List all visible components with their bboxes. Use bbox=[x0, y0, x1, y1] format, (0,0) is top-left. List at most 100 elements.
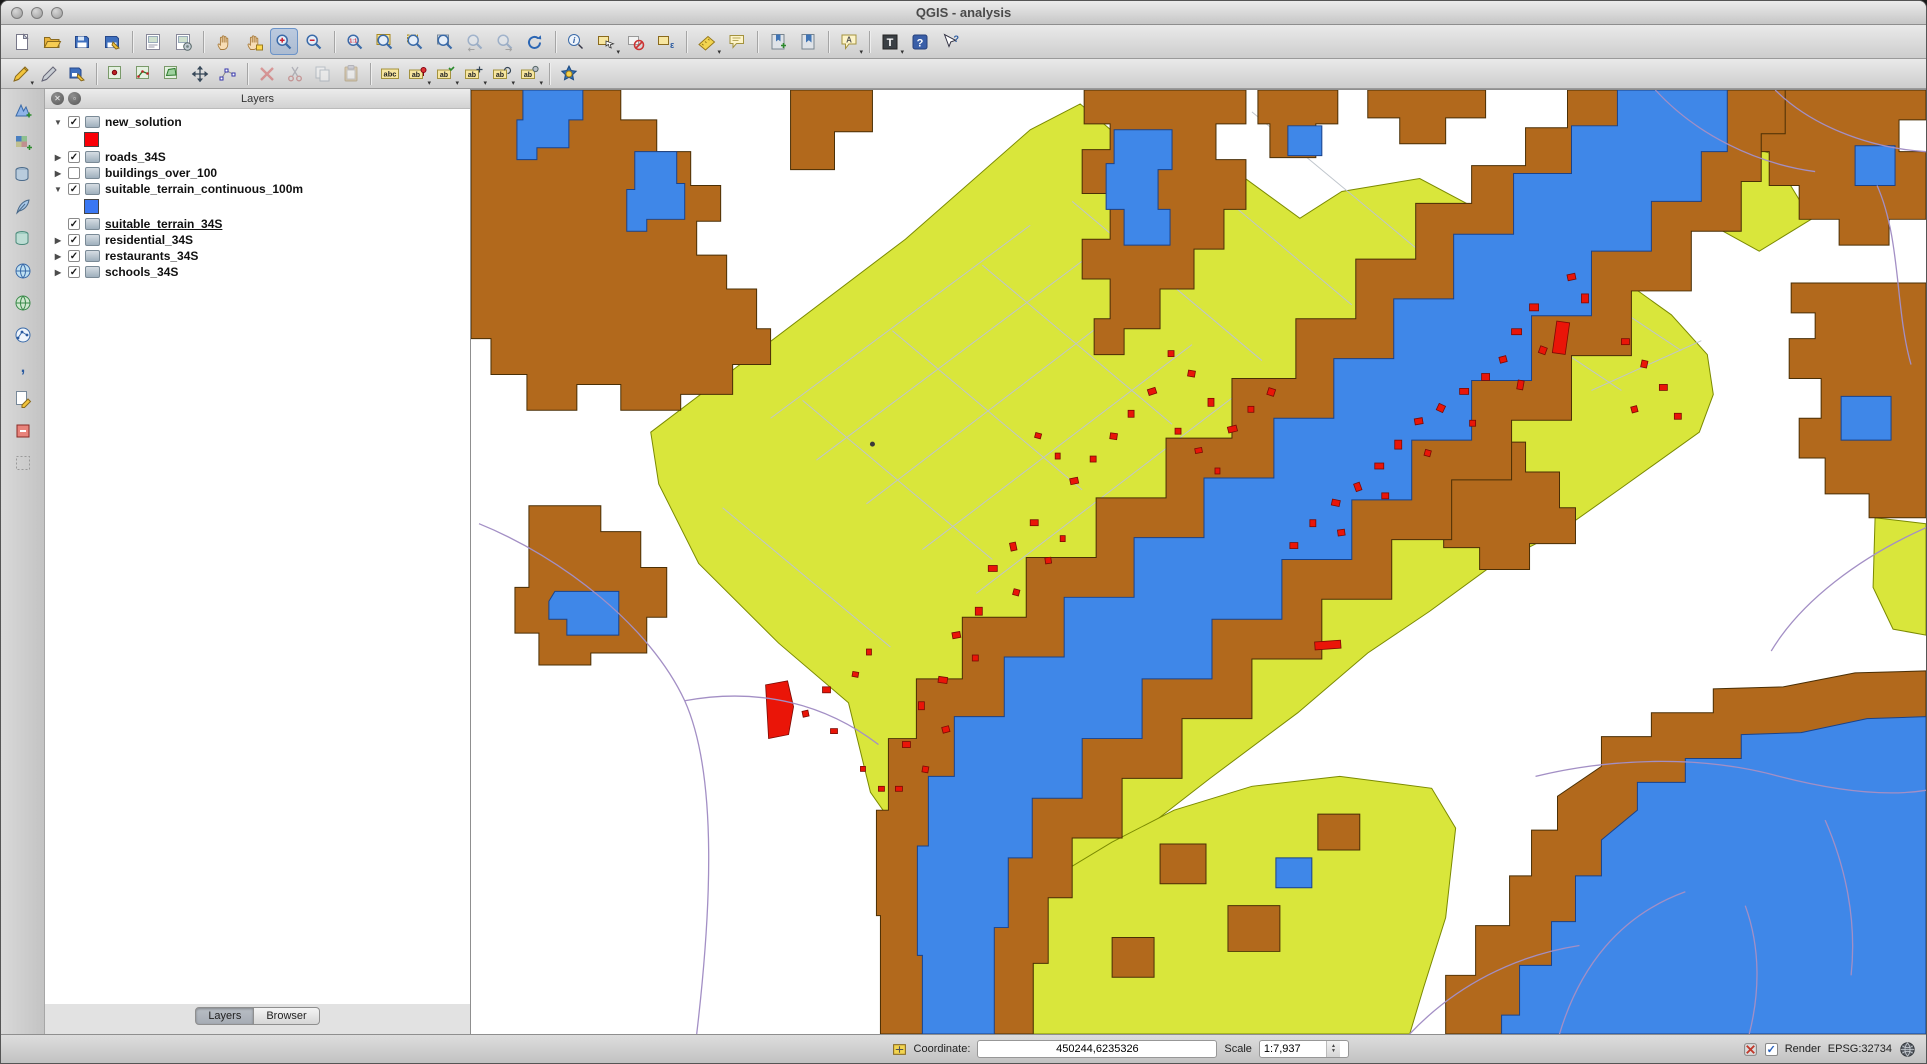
close-button[interactable] bbox=[11, 7, 23, 19]
render-checkbox[interactable]: ✓ bbox=[1765, 1043, 1778, 1056]
layer-checkbox[interactable]: ✓ bbox=[68, 234, 80, 246]
layer-checkbox[interactable]: ✓ bbox=[68, 250, 80, 262]
select-by-expression-button[interactable]: ε bbox=[652, 28, 680, 55]
layer-row-residential_34S[interactable]: ▶✓residential_34S bbox=[45, 232, 470, 248]
layer-row-new_solution[interactable]: ▼✓new_solution bbox=[45, 114, 470, 130]
add-spatialite-layer-button[interactable] bbox=[8, 193, 38, 221]
select-features-button[interactable]: ▾ bbox=[592, 28, 620, 55]
add-mssql-layer-button[interactable] bbox=[8, 225, 38, 253]
new-bookmark-button[interactable] bbox=[764, 28, 792, 55]
cut-features-button[interactable] bbox=[282, 62, 308, 86]
twisty-icon[interactable]: ▶ bbox=[53, 236, 63, 245]
new-shapefile-layer-button[interactable] bbox=[8, 385, 38, 413]
copy-features-button[interactable] bbox=[310, 62, 336, 86]
layer-checkbox[interactable] bbox=[68, 167, 80, 179]
composer-manager-button[interactable] bbox=[169, 28, 197, 55]
show-hide-labels-button[interactable]: ab▾ bbox=[433, 62, 459, 86]
move-label-button[interactable]: ab▾ bbox=[461, 62, 487, 86]
twisty-icon[interactable]: ▼ bbox=[53, 185, 63, 194]
map-canvas[interactable] bbox=[471, 89, 1926, 1034]
zoom-actual-size-button[interactable]: 1:1 bbox=[341, 28, 369, 55]
save-project-as-button[interactable] bbox=[98, 28, 126, 55]
layer-row-restaurants_34S[interactable]: ▶✓restaurants_34S bbox=[45, 248, 470, 264]
deselect-features-button[interactable] bbox=[622, 28, 650, 55]
processing-toolbox-button[interactable] bbox=[556, 62, 582, 86]
scale-combo[interactable]: ▲▼ bbox=[1259, 1040, 1349, 1058]
paste-features-button[interactable] bbox=[338, 62, 364, 86]
add-feature-line-button[interactable] bbox=[131, 62, 157, 86]
add-raster-layer-button[interactable] bbox=[8, 129, 38, 157]
text-annotation-button[interactable]: T▾ bbox=[876, 28, 904, 55]
add-feature-polygon-button[interactable] bbox=[159, 62, 185, 86]
add-vector-layer-button[interactable] bbox=[8, 97, 38, 125]
scale-input[interactable] bbox=[1260, 1042, 1326, 1056]
whats-this-button[interactable]: ? bbox=[936, 28, 964, 55]
toolbar-placeholder-button[interactable] bbox=[8, 449, 38, 477]
twisty-icon[interactable]: ▼ bbox=[53, 118, 63, 127]
move-feature-button[interactable] bbox=[187, 62, 213, 86]
twisty-icon[interactable]: ▶ bbox=[53, 153, 63, 162]
layer-row-suitable_terrain_continuous_100m[interactable]: ▼✓suitable_terrain_continuous_100m bbox=[45, 181, 470, 197]
zoom-out-button[interactable] bbox=[300, 28, 328, 55]
layer-checkbox[interactable]: ✓ bbox=[68, 266, 80, 278]
layer-checkbox[interactable]: ✓ bbox=[68, 183, 80, 195]
layer-row-suitable_terrain_34S[interactable]: ✓suitable_terrain_34S bbox=[45, 216, 470, 232]
twisty-icon[interactable]: ▶ bbox=[53, 252, 63, 261]
rotate-label-button[interactable]: ab▾ bbox=[489, 62, 515, 86]
current-edits-button[interactable] bbox=[36, 62, 62, 86]
add-wcs-layer-button[interactable] bbox=[8, 289, 38, 317]
change-label-properties-button[interactable]: ab▾ bbox=[517, 62, 543, 86]
open-project-button[interactable] bbox=[38, 28, 66, 55]
layer-row-buildings_over_100[interactable]: ▶buildings_over_100 bbox=[45, 165, 470, 181]
layer-checkbox[interactable]: ✓ bbox=[68, 116, 80, 128]
add-postgis-layer-button[interactable] bbox=[8, 161, 38, 189]
pin-unpin-labels-button[interactable]: ab▾ bbox=[405, 62, 431, 86]
help-contents-button[interactable]: ? bbox=[906, 28, 934, 55]
delete-selected-button[interactable] bbox=[254, 62, 280, 86]
zoom-to-selection-button[interactable] bbox=[401, 28, 429, 55]
new-project-button[interactable] bbox=[8, 28, 36, 55]
minimize-button[interactable] bbox=[31, 7, 43, 19]
twisty-icon[interactable]: ▶ bbox=[53, 169, 63, 178]
scale-spinner[interactable]: ▲▼ bbox=[1326, 1041, 1340, 1057]
layer-labeling-button[interactable]: abc bbox=[377, 62, 403, 86]
add-delimited-text-layer-button[interactable]: , bbox=[8, 353, 38, 381]
zoom-last-button[interactable] bbox=[461, 28, 489, 55]
pan-to-selection-button[interactable] bbox=[240, 28, 268, 55]
add-wfs-layer-button[interactable] bbox=[8, 321, 38, 349]
add-wms-layer-button[interactable] bbox=[8, 257, 38, 285]
refresh-map-button[interactable] bbox=[521, 28, 549, 55]
stop-rendering-button[interactable] bbox=[1743, 1042, 1758, 1057]
new-print-composer-button[interactable] bbox=[139, 28, 167, 55]
tab-layers[interactable]: Layers bbox=[195, 1007, 254, 1025]
toggle-editing-button[interactable]: ▾ bbox=[8, 62, 34, 86]
node-tool-button[interactable] bbox=[215, 62, 241, 86]
remove-layer-group-button[interactable] bbox=[8, 417, 38, 445]
layer-checkbox[interactable]: ✓ bbox=[68, 151, 80, 163]
zoom-in-button[interactable] bbox=[270, 28, 298, 55]
measure-line-button[interactable]: ▾ bbox=[693, 28, 721, 55]
crs-status-button[interactable] bbox=[1899, 1041, 1916, 1058]
panel-float-button[interactable]: ▫ bbox=[68, 92, 81, 105]
identify-features-button[interactable]: i bbox=[562, 28, 590, 55]
zoom-full-extent-button[interactable] bbox=[371, 28, 399, 55]
add-feature-point-button[interactable] bbox=[103, 62, 129, 86]
zoom-next-button[interactable] bbox=[491, 28, 519, 55]
layer-row-schools_34S[interactable]: ▶✓schools_34S bbox=[45, 264, 470, 280]
annotation-button[interactable]: A▾ bbox=[835, 28, 863, 55]
map-tips-button[interactable] bbox=[723, 28, 751, 55]
tab-browser[interactable]: Browser bbox=[254, 1007, 319, 1025]
save-project-button[interactable] bbox=[68, 28, 96, 55]
show-bookmarks-button[interactable] bbox=[794, 28, 822, 55]
save-layer-edits-button[interactable] bbox=[64, 62, 90, 86]
layer-swatch[interactable] bbox=[84, 132, 99, 147]
pan-map-button[interactable] bbox=[210, 28, 238, 55]
layer-swatch[interactable] bbox=[84, 199, 99, 214]
zoom-button[interactable] bbox=[51, 7, 63, 19]
extents-toggle-button[interactable] bbox=[892, 1042, 907, 1057]
panel-close-button[interactable]: ✕ bbox=[51, 92, 64, 105]
layer-row-roads_34S[interactable]: ▶✓roads_34S bbox=[45, 149, 470, 165]
layer-checkbox[interactable]: ✓ bbox=[68, 218, 80, 230]
twisty-icon[interactable]: ▶ bbox=[53, 268, 63, 277]
zoom-to-layer-button[interactable] bbox=[431, 28, 459, 55]
